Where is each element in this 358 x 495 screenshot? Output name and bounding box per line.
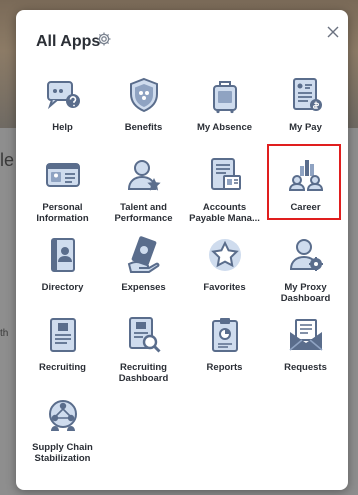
app-label: Expenses [121,282,166,293]
app-tile-talent-and-performance[interactable]: Talent and Performance [103,148,184,228]
app-label: Personal Information [36,202,89,224]
app-label: Accounts Payable Mana... [189,202,260,224]
close-icon[interactable] [325,24,341,40]
address-book-icon [42,234,84,276]
money-hand-icon [123,234,165,276]
star-icon [204,234,246,276]
app-tile-my-proxy-dashboard[interactable]: My Proxy Dashboard [265,228,346,308]
person-star-icon [123,154,165,196]
app-label: Recruiting Dashboard [118,362,169,384]
app-tile-benefits[interactable]: Benefits [103,68,184,148]
envelope-icon [285,314,327,356]
all-apps-modal: All Apps Help Benefits My Absence My Pay… [16,10,348,490]
app-label: My Absence [196,122,253,133]
resume-search-icon [123,314,165,356]
report-chart-icon [204,314,246,356]
app-tile-help[interactable]: Help [22,68,103,148]
app-label: Directory [41,282,84,293]
app-label: Reports [206,362,243,373]
apps-grid: Help Benefits My Absence My Pay Personal… [22,68,346,468]
career-people-icon [285,154,327,196]
app-label: My Pay [289,122,322,133]
shield-icon [123,74,165,116]
app-tile-directory[interactable]: Directory [22,228,103,308]
invoice-icon [204,154,246,196]
app-label: Help [52,122,73,133]
pay-document-icon [285,74,327,116]
app-label: Career [290,202,321,213]
help-chat-icon [42,74,84,116]
app-tile-favorites[interactable]: Favorites [184,228,265,308]
app-label: Benefits [124,122,163,133]
app-tile-reports[interactable]: Reports [184,308,265,388]
resume-icon [42,314,84,356]
app-label: Requests [284,362,327,373]
app-tile-my-pay[interactable]: My Pay [265,68,346,148]
app-tile-expenses[interactable]: Expenses [103,228,184,308]
app-label: Supply Chain Stabilization [32,442,93,464]
network-people-icon [42,394,84,436]
gear-icon[interactable] [96,31,112,47]
modal-title: All Apps [36,33,101,50]
luggage-icon [204,74,246,116]
app-label: Favorites [203,282,246,293]
id-card-icon [42,154,84,196]
background-text-fragment: le [0,150,15,170]
app-tile-my-absence[interactable]: My Absence [184,68,265,148]
app-tile-career[interactable]: Career [265,144,346,228]
app-tile-recruiting-dashboard[interactable]: Recruiting Dashboard [103,308,184,388]
app-label: Talent and Performance [114,202,173,224]
app-tile-recruiting[interactable]: Recruiting [22,308,103,388]
app-label: Recruiting [39,362,86,373]
person-gear-icon [285,234,327,276]
app-tile-accounts-payable[interactable]: Accounts Payable Mana... [184,148,265,228]
app-tile-requests[interactable]: Requests [265,308,346,388]
app-tile-supply-chain-stabilization[interactable]: Supply Chain Stabilization [22,388,103,468]
app-label: My Proxy Dashboard [280,282,331,304]
app-tile-personal-information[interactable]: Personal Information [22,148,103,228]
background-text-fragment: th [0,328,9,339]
